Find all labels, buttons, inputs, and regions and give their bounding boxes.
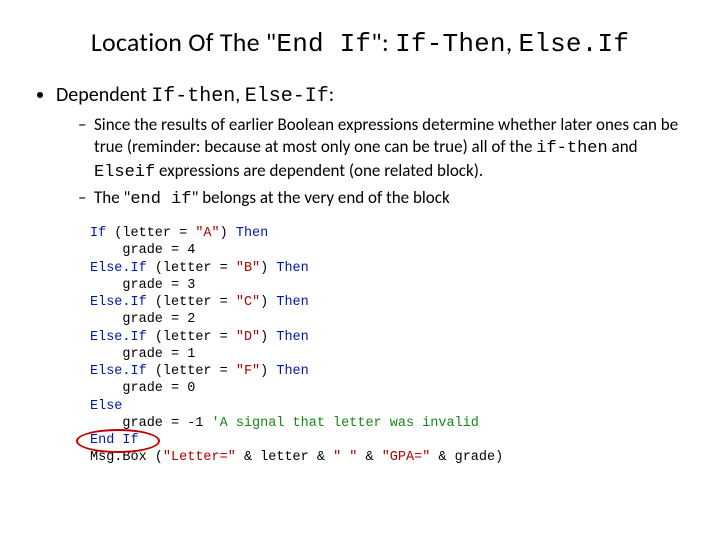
code-txt: grade = 4 [90, 243, 195, 258]
bullet-list: Dependent If-then, Else-If: Since the re… [34, 83, 690, 211]
code-txt: ) [260, 330, 276, 345]
sub2-post: " belongs at the very end of the block [192, 187, 450, 208]
kw-else: Else [90, 399, 122, 414]
sub-bullet-list: Since the results of earlier Boolean exp… [56, 114, 690, 211]
sub1-code1: if-then [536, 139, 607, 158]
code-txt: & letter & [236, 450, 333, 465]
code-line-14: Msg.Box ("Letter=" & letter & " " & "GPA… [90, 449, 690, 466]
kw-if: If [90, 226, 106, 241]
code-line-3: Else.If (letter = "B") Then [90, 260, 690, 277]
code-line-1: If (letter = "A") Then [90, 225, 690, 242]
kw-then: Then [276, 261, 308, 276]
sub-bullet-2: The "end if" belongs at the very end of … [78, 187, 690, 211]
sub2-code1: end if [130, 190, 191, 209]
str-c: "C" [236, 295, 260, 310]
code-line-11: Else [90, 398, 690, 415]
code-txt: grade = 3 [90, 278, 195, 293]
bullet-top-mid: , [235, 83, 245, 107]
kw-endif: End If [90, 433, 139, 448]
code-txt: grade = 2 [90, 312, 195, 327]
sub2-pre: The " [94, 187, 130, 208]
bullet-top: Dependent If-then, Else-If: Since the re… [56, 83, 690, 211]
code-line-4: grade = 3 [90, 277, 690, 294]
kw-elseif: Else.If [90, 295, 147, 310]
kw-then: Then [276, 330, 308, 345]
slide-container: Location Of The "End If": If-Then, Else.… [0, 0, 720, 477]
code-line-6: grade = 2 [90, 311, 690, 328]
code-txt: grade = 0 [90, 381, 195, 396]
bullet-top-code2: Else-If [245, 85, 329, 108]
sub1-mid: and [608, 136, 638, 157]
kw-elseif: Else.If [90, 364, 147, 379]
title-code-elseif: Else.If [519, 29, 630, 59]
sub-bullet-1: Since the results of earlier Boolean exp… [78, 114, 690, 183]
title-pre: Location Of The " [91, 26, 277, 58]
code-txt: (letter = [147, 330, 236, 345]
bullet-top-post: : [329, 83, 334, 107]
code-txt: & grade) [430, 450, 503, 465]
code-txt: grade = 1 [90, 347, 195, 362]
code-line-12: grade = -1 'A signal that letter was inv… [90, 415, 690, 432]
code-line-9: Else.If (letter = "F") Then [90, 363, 690, 380]
str-a: "A" [195, 226, 219, 241]
code-txt: (letter = [147, 261, 236, 276]
code-txt: Msg.Box ( [90, 450, 163, 465]
kw-elseif: Else.If [90, 261, 147, 276]
str-f: "F" [236, 364, 260, 379]
code-txt: ) [260, 261, 276, 276]
code-txt: ) [260, 364, 276, 379]
bullet-top-code1: If-then [151, 85, 235, 108]
kw-elseif: Else.If [90, 330, 147, 345]
code-txt: grade = -1 [90, 416, 212, 431]
code-txt: (letter = [106, 226, 195, 241]
title-sep: , [506, 26, 519, 58]
title-mid: ": [371, 26, 395, 58]
sub1-code2: Elseif [94, 163, 155, 182]
code-line-7: Else.If (letter = "D") Then [90, 329, 690, 346]
code-line-5: Else.If (letter = "C") Then [90, 294, 690, 311]
str-gpa: "GPA=" [382, 450, 431, 465]
sub1-post: expressions are dependent (one related b… [155, 160, 483, 181]
comment: 'A signal that letter was invalid [212, 416, 479, 431]
code-block: If (letter = "A") Then grade = 4 Else.If… [90, 225, 690, 467]
code-txt: ) [220, 226, 236, 241]
code-txt: & [357, 450, 381, 465]
kw-then: Then [276, 364, 308, 379]
str-space: " " [333, 450, 357, 465]
str-d: "D" [236, 330, 260, 345]
code-line-10: grade = 0 [90, 380, 690, 397]
code-txt: (letter = [147, 364, 236, 379]
code-txt: (letter = [147, 295, 236, 310]
title-code-ifthen: If-Then [395, 29, 506, 59]
code-line-8: grade = 1 [90, 346, 690, 363]
kw-then: Then [236, 226, 268, 241]
code-line-13: End If [90, 432, 690, 449]
kw-then: Then [276, 295, 308, 310]
slide-title: Location Of The "End If": If-Then, Else.… [30, 26, 690, 59]
code-line-2: grade = 4 [90, 242, 690, 259]
str-letter: "Letter=" [163, 450, 236, 465]
code-txt: ) [260, 295, 276, 310]
title-code-endif: End If [276, 29, 371, 59]
str-b: "B" [236, 261, 260, 276]
bullet-top-pre: Dependent [56, 83, 151, 107]
